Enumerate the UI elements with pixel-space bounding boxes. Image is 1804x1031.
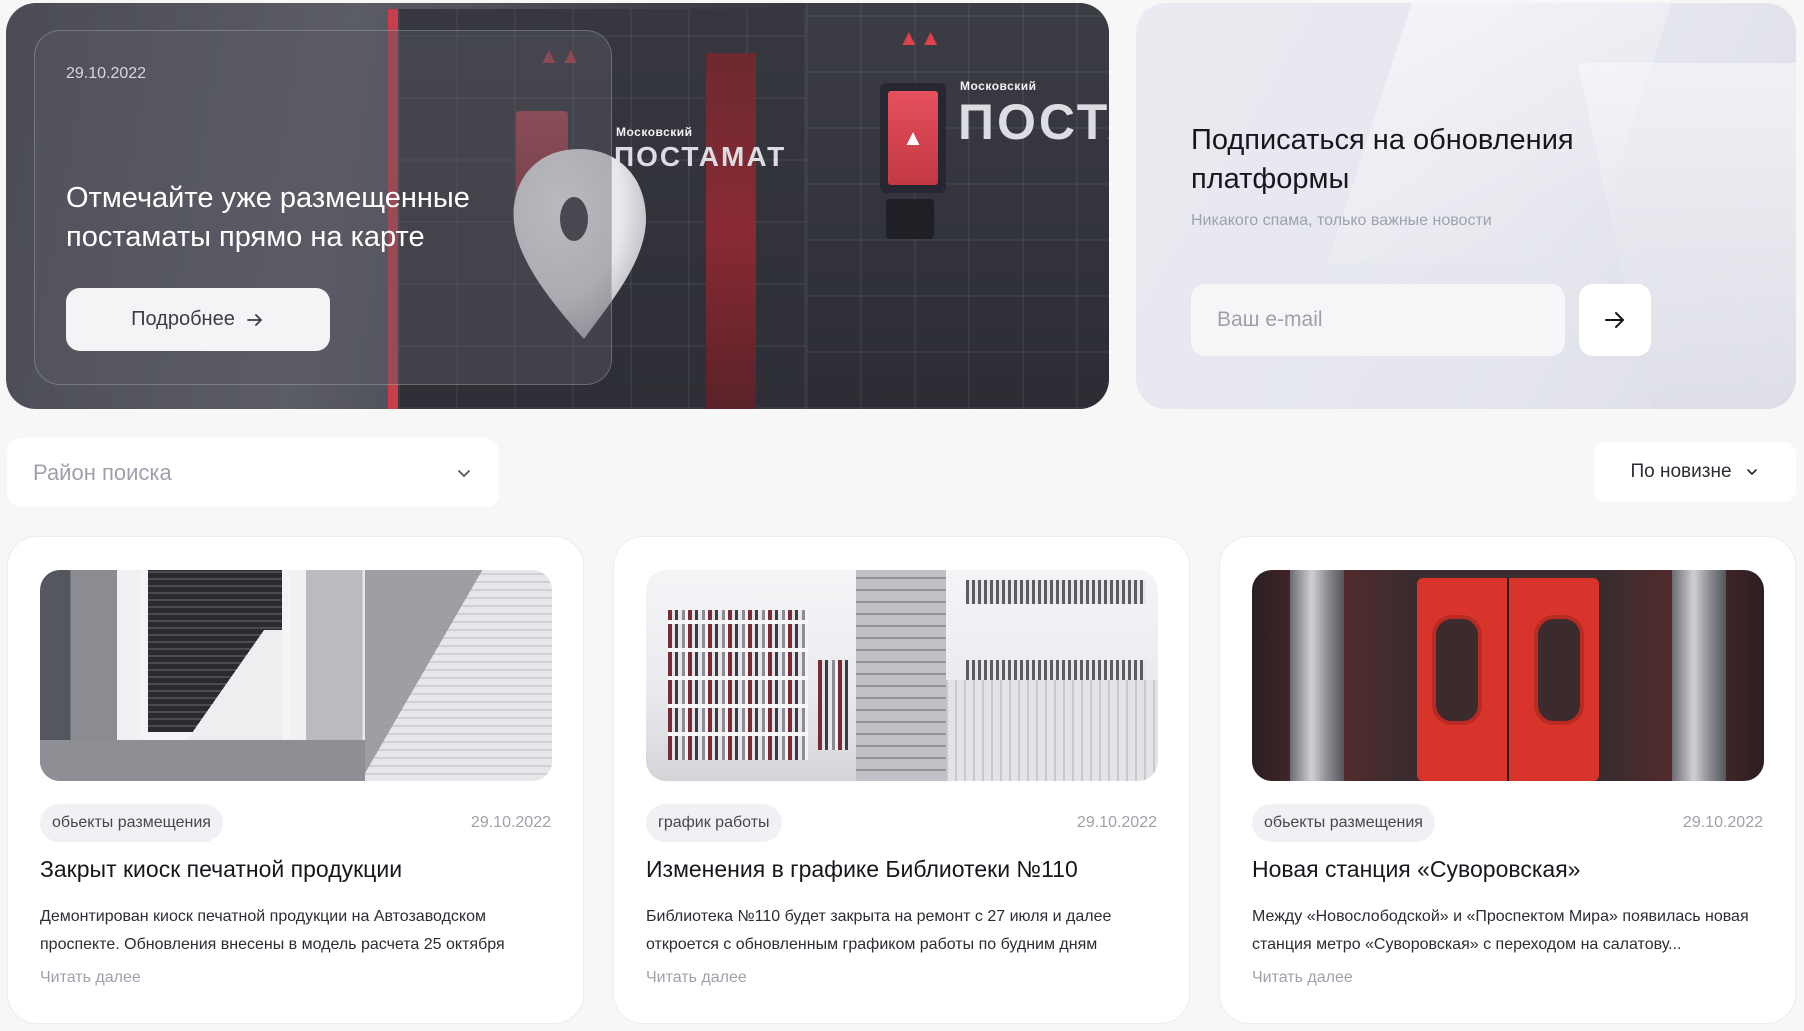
- locker-brand-large-right: ПОСТАМ: [958, 94, 1109, 150]
- parcel-locker-image-right: [806, 3, 1109, 409]
- more-button-label: Подробнее: [131, 308, 235, 330]
- sort-dropdown[interactable]: По новизне: [1594, 442, 1796, 502]
- image-detail: [148, 630, 282, 740]
- news-card-description: Между «Новослободской» и «Проспектом Мир…: [1252, 908, 1749, 953]
- image-detail: [668, 610, 808, 760]
- hero-title: Отмечайте уже размещенные постаматы прям…: [66, 182, 470, 253]
- hero-banner: ▲ ▲▲ ▲▲ Московский ПОСТАМАТ Московский П…: [6, 3, 1109, 409]
- news-card[interactable]: обьекты размещения 29.10.2022 Закрыт кио…: [7, 536, 584, 1024]
- chevron-down-icon: [1746, 469, 1757, 475]
- locker-slot: [886, 199, 934, 239]
- locker-brand-small: Московский: [616, 125, 693, 139]
- arrow-right-icon: [1605, 312, 1624, 328]
- image-detail: [1432, 615, 1482, 725]
- red-column-decor: [706, 53, 756, 409]
- chevron-down-icon: [458, 469, 470, 477]
- background-decor: [1577, 63, 1796, 409]
- image-detail: [365, 570, 552, 781]
- logo-icon: ▲: [888, 91, 938, 185]
- image-detail: [856, 570, 946, 781]
- read-more-link[interactable]: Читать далее: [1252, 969, 1353, 987]
- image-detail: [1672, 570, 1726, 781]
- news-card-date: 29.10.2022: [1682, 814, 1763, 831]
- image-detail: [946, 680, 1158, 781]
- district-select-placeholder: Район поиска: [33, 459, 172, 485]
- more-button[interactable]: Подробнее: [66, 288, 330, 351]
- news-card-image: [40, 570, 552, 781]
- subscribe-submit-button[interactable]: [1579, 284, 1651, 356]
- image-detail: [40, 740, 365, 781]
- news-card[interactable]: график работы 29.10.2022 Изменения в гра…: [613, 536, 1190, 1024]
- news-card-description: Демонтирован киоск печатной продукции на…: [40, 908, 505, 953]
- locker-brand-small-right: Московский: [960, 79, 1037, 93]
- subscribe-panel: Подписаться на обновления платформы Ника…: [1136, 3, 1796, 409]
- arrow-right-icon: [246, 313, 262, 326]
- subscribe-note: Никакого спама, только важные новости: [1191, 212, 1492, 229]
- subscribe-title: Подписаться на обновления платформы: [1191, 124, 1574, 195]
- hero-date: 29.10.2022: [66, 65, 147, 82]
- news-card-title[interactable]: Новая станция «Суворовская»: [1252, 856, 1772, 883]
- image-detail: [818, 660, 848, 750]
- image-detail: [1290, 570, 1344, 781]
- news-card-date: 29.10.2022: [1076, 814, 1157, 831]
- district-select[interactable]: Район поиска: [7, 438, 499, 507]
- news-card-title[interactable]: Изменения в графике Библиотеки №110: [646, 856, 1166, 883]
- news-card-tag[interactable]: обьекты размещения: [1252, 804, 1435, 842]
- sort-label: По новизне: [1630, 461, 1732, 482]
- news-card-date: 29.10.2022: [470, 814, 551, 831]
- locker-screen-right: ▲: [880, 83, 946, 193]
- news-card-image: [1252, 570, 1764, 781]
- news-card-tag[interactable]: график работы: [646, 804, 782, 842]
- news-card[interactable]: обьекты размещения 29.10.2022 Новая стан…: [1219, 536, 1796, 1024]
- read-more-link[interactable]: Читать далее: [646, 969, 747, 987]
- logo-icon: ▲▲: [898, 25, 942, 50]
- news-card-image: [646, 570, 1158, 781]
- news-card-tag[interactable]: обьекты размещения: [40, 804, 223, 842]
- image-detail: [966, 580, 1146, 604]
- image-detail: [1534, 615, 1584, 725]
- news-card-title[interactable]: Закрыт киоск печатной продукции: [40, 856, 560, 883]
- read-more-link[interactable]: Читать далее: [40, 969, 141, 987]
- email-input[interactable]: [1191, 284, 1565, 356]
- news-card-description: Библиотека №110 будет закрыта на ремонт …: [646, 908, 1112, 953]
